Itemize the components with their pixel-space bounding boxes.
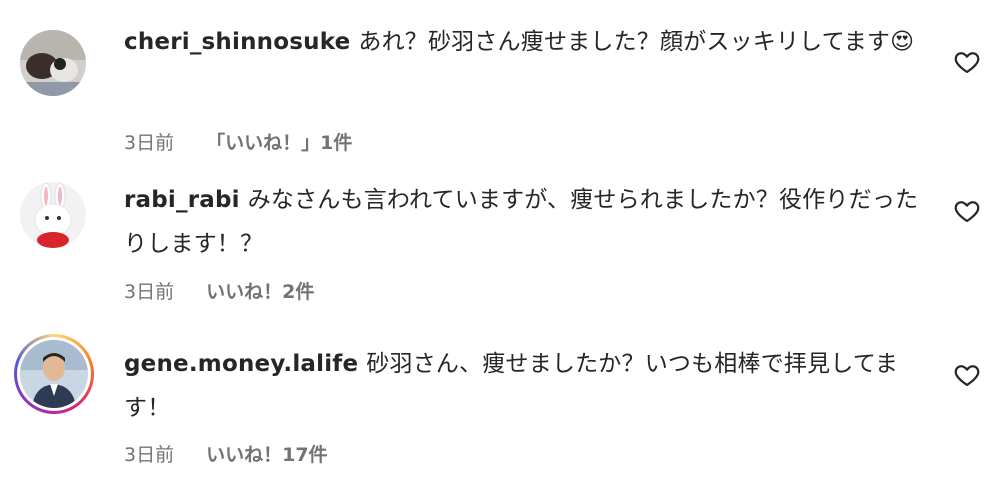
comment-timestamp[interactable]: 3日前 [124,128,174,155]
comment-meta: 3日前 「いいね！」1件 [124,128,352,155]
comment-text: あれ？砂羽さん痩せました？顔がスッキリしてます [358,29,891,55]
comment-text: みなさんも言われていますが、痩せられましたか？役作りだったりします！？ [124,187,919,257]
heart-outline-icon[interactable] [953,197,981,225]
comment-meta: 3日前 いいね！2件 [124,277,314,304]
comment-body: cheri_shinnosuke あれ？砂羽さん痩せました？顔がスッキリしてます😍 [124,20,924,64]
comment-username[interactable]: cheri_shinnosuke [124,29,350,55]
avatar[interactable] [20,30,86,96]
comment-username[interactable]: rabi_rabi [124,187,240,213]
comment-meta: 3日前 いいね！17件 [124,440,328,467]
comment-username[interactable]: gene.money.lalife [124,351,358,377]
comment-body: gene.money.lalife 砂羽さん、痩せましたか？いつも相棒で拝見してま… [124,342,924,430]
comment-like-count[interactable]: いいね！2件 [206,277,314,304]
heart-outline-icon[interactable] [953,48,981,76]
comment-timestamp[interactable]: 3日前 [124,277,174,304]
comment-body: rabi_rabi みなさんも言われていますが、痩せられましたか？役作りだったりし… [124,178,924,266]
comment-timestamp[interactable]: 3日前 [124,440,174,467]
avatar[interactable] [20,182,86,248]
comment-like-count[interactable]: 「いいね！」1件 [206,128,352,155]
heart-outline-icon[interactable] [953,361,981,389]
smiling-face-heart-eyes-emoji: 😍 [890,29,915,55]
avatar-story-ring[interactable] [14,334,94,414]
comment-like-count[interactable]: いいね！17件 [206,440,327,467]
